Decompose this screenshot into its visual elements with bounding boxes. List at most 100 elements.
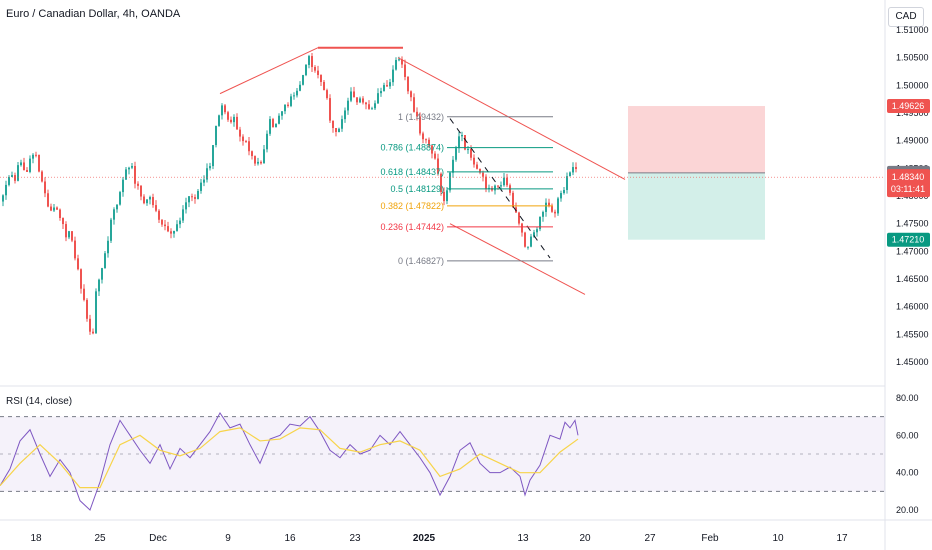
candle [563,186,565,195]
candle-body [560,193,562,199]
time-tick-label: Feb [701,533,719,544]
candle-body [62,218,64,225]
candle [542,210,544,222]
candle-body [485,176,487,189]
candle-body [110,219,112,241]
candle-body [191,196,193,198]
candle-body [44,181,46,194]
candle [506,173,508,188]
candle-body [551,205,553,212]
candle-body [389,82,391,87]
candle-body [386,85,388,87]
candle [14,172,16,184]
candle [344,107,346,123]
candle-body [575,167,577,169]
candle [278,113,280,125]
candle-body [86,299,88,319]
candle-body [179,220,181,225]
candle [536,227,538,237]
candle [50,203,52,212]
candle [173,230,175,238]
candle [296,87,298,98]
candle [179,217,181,229]
candle-body [314,67,316,71]
candle-body [254,156,256,164]
candle [527,246,529,250]
candle-body [518,212,520,224]
stop-loss-zone [628,106,765,173]
candle-body [311,56,313,68]
time-tick-label: 25 [94,533,106,544]
candle-body [299,84,301,91]
time-tick-label: 23 [349,533,361,544]
candle [221,103,223,120]
price-chart[interactable]: 1 (1.49432) 0.786 (1.48874) 0.618 (1.48437… [0,0,932,550]
candle [320,74,322,86]
candle-body [8,176,10,185]
candle [17,162,19,182]
candle-body [566,176,568,190]
price-tick-label: 1.46000 [896,302,929,312]
candle-body [176,224,178,231]
candle [545,198,547,217]
candle-body [455,148,457,160]
candle-body [521,223,523,233]
candle [215,125,217,148]
candle-body [404,64,406,77]
candle [119,190,121,206]
candle-body [326,90,328,99]
candle-body [182,209,184,221]
candle [272,117,274,128]
candle [86,298,88,322]
candle [164,220,166,231]
candle [137,181,139,190]
fib-level-label: 0.5 (1.48129) [390,184,444,194]
stop-price-value: 1.49626 [892,101,925,111]
candle-body [236,116,238,130]
rsi-tick-label: 60.00 [896,430,919,440]
candle-body [29,158,31,172]
candle-body [41,171,43,182]
candle-body [5,184,7,196]
candle-body [155,205,157,211]
candle [566,172,568,194]
candle [2,194,4,207]
candle-body [173,230,175,234]
candle-body [377,93,379,104]
candle-body [506,177,508,186]
time-tick-label: 18 [30,533,42,544]
candle-body [35,154,37,156]
candle-body [512,192,514,208]
candle-body [233,116,235,123]
candle-body [68,231,70,238]
candle-body [347,100,349,111]
candle [35,151,37,158]
candle-body [245,141,247,143]
candle [338,127,340,133]
candle-body [287,104,289,106]
candle-body [425,139,427,141]
candle [23,157,25,171]
candle [242,134,244,146]
candle [572,162,574,176]
candle [236,113,238,130]
candle-body [527,246,529,248]
candle [29,155,31,174]
price-tick-label: 1.50000 [896,80,929,90]
candle-body [497,185,499,187]
candle [239,126,241,142]
candle-body [545,202,547,212]
candle [455,145,457,162]
candle [206,163,208,183]
candle [107,236,109,258]
candle [53,203,55,212]
candle-body [434,153,436,159]
candle-body [413,97,415,112]
candle [20,159,22,167]
candle [59,208,61,221]
candle-body [197,190,199,199]
price-tick-label: 1.46500 [896,274,929,284]
candle [401,56,403,69]
candle-body [332,120,334,129]
time-tick-label: Dec [149,533,167,544]
